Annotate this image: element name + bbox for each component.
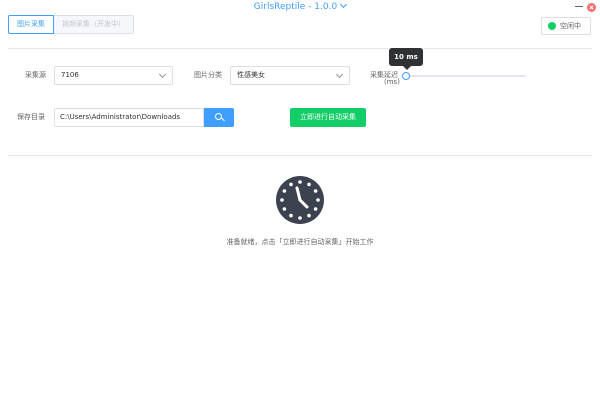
save-dir-label: 保存目录: [17, 113, 45, 121]
save-dir-input[interactable]: C:\Users\Administrator\Downloads: [54, 108, 204, 127]
mode-tabs: 图片采集 视频采集（开发中）: [8, 15, 134, 34]
chevron-down-icon: [335, 70, 344, 79]
start-auto-collect-button[interactable]: 立即进行自动采集: [290, 108, 366, 127]
category-label: 图片分类: [194, 71, 222, 79]
app-title-dropdown[interactable]: GirlsReptile - 1.0.0: [0, 0, 600, 12]
divider-middle: [8, 155, 592, 156]
app-title: GirlsReptile - 1.0.0: [253, 2, 338, 12]
chevron-down-icon: [158, 70, 167, 79]
status-badge: 空闲中: [541, 17, 591, 35]
delay-tooltip-arrow: [403, 66, 411, 70]
close-icon[interactable]: [587, 3, 596, 12]
divider-top: [8, 48, 592, 49]
ready-message: 准备就绪，点击「立即进行自动采集」开始工作: [226, 238, 374, 246]
status-dot-icon: [548, 22, 556, 30]
source-select[interactable]: 7106: [54, 66, 173, 85]
source-value: 7106: [61, 71, 79, 79]
browse-button[interactable]: [204, 108, 234, 127]
delay-unit-label: (ms): [384, 78, 400, 86]
tab-image-collect[interactable]: 图片采集: [8, 15, 54, 34]
category-value: 性感美女: [237, 71, 265, 79]
minimize-icon[interactable]: [574, 1, 584, 11]
status-label: 空闲中: [560, 22, 581, 30]
delay-tooltip: 10 ms: [389, 48, 423, 66]
tab-video-collect[interactable]: 视频采集（开发中）: [54, 15, 134, 34]
category-select[interactable]: 性感美女: [230, 66, 350, 85]
delay-slider-handle[interactable]: [402, 72, 410, 80]
source-label: 采集源: [25, 71, 46, 79]
delay-slider-track[interactable]: [405, 75, 526, 77]
clock-icon: [276, 176, 324, 224]
chevron-down-icon: [340, 0, 348, 9]
